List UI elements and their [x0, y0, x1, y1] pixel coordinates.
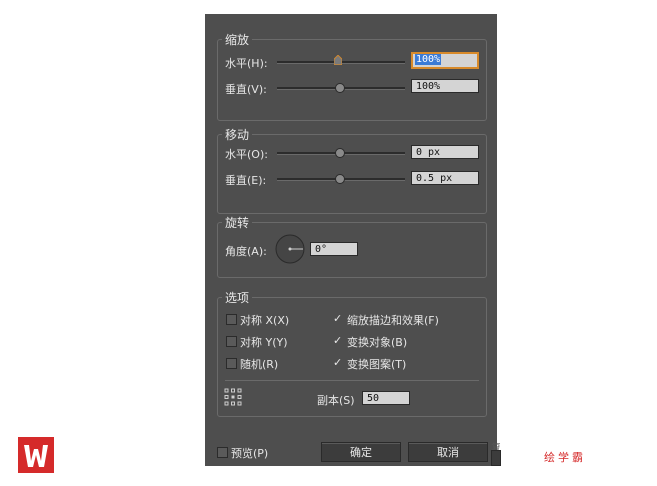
transform-patterns-check-icon[interactable]: ✓: [333, 357, 342, 368]
options-separator: [225, 380, 479, 381]
scale-group-title: 缩放: [222, 31, 253, 48]
scale-vertical-label: 垂直(V):: [225, 83, 267, 96]
transform-patterns-label: 变换图案(T): [347, 358, 407, 371]
rotate-group-title: 旋转: [222, 214, 253, 231]
transform-objects-label: 变换对象(B): [347, 336, 408, 349]
rotate-angle-label: 角度(A):: [225, 245, 267, 258]
copies-input[interactable]: 50: [362, 391, 410, 405]
random-checkbox[interactable]: [226, 358, 237, 369]
move-horizontal-input[interactable]: 0 px: [411, 145, 479, 159]
scale-strokes-label: 缩放描边和效果(F): [347, 314, 439, 327]
scale-horizontal-slider-handle[interactable]: [334, 55, 342, 65]
brand-logo-icon: [18, 437, 54, 473]
scale-horizontal-input[interactable]: 100%: [411, 52, 479, 69]
move-horizontal-slider-handle[interactable]: [335, 148, 345, 158]
reflect-y-checkbox[interactable]: [226, 336, 237, 347]
move-group-title: 移动: [222, 126, 253, 143]
rotate-angle-input[interactable]: 0°: [310, 242, 358, 256]
watermark-text: 绘学霸: [544, 451, 586, 464]
move-vertical-label: 垂直(E):: [225, 174, 267, 187]
reflect-x-label: 对称 X(X): [240, 314, 290, 327]
move-vertical-input[interactable]: 0.5 px: [411, 171, 479, 185]
copies-label: 副本(S): [317, 394, 355, 407]
reflect-x-checkbox[interactable]: [226, 314, 237, 325]
transform-objects-check-icon[interactable]: ✓: [333, 335, 342, 346]
reference-point-icon[interactable]: [224, 388, 242, 406]
cancel-button[interactable]: 取消: [408, 442, 488, 462]
preview-label: 预览(P): [231, 447, 269, 460]
transform-each-dialog: 缩放 水平(H): 100% 垂直(V): 100% 移动 水平(O): 0 p…: [205, 14, 497, 466]
move-horizontal-label: 水平(O):: [225, 148, 268, 161]
ok-button[interactable]: 确定: [321, 442, 401, 462]
options-group-title: 选项: [222, 289, 253, 306]
scale-vertical-input[interactable]: 100%: [411, 79, 479, 93]
scale-horizontal-label: 水平(H):: [225, 57, 268, 70]
random-label: 随机(R): [240, 358, 279, 371]
scale-strokes-check-icon[interactable]: ✓: [333, 313, 342, 324]
scale-vertical-slider-handle[interactable]: [335, 83, 345, 93]
partial-button-edge: [491, 450, 501, 466]
move-vertical-slider-handle[interactable]: [335, 174, 345, 184]
reflect-y-label: 对称 Y(Y): [240, 336, 288, 349]
preview-checkbox[interactable]: [217, 447, 228, 458]
rotate-angle-dial[interactable]: [275, 234, 305, 264]
